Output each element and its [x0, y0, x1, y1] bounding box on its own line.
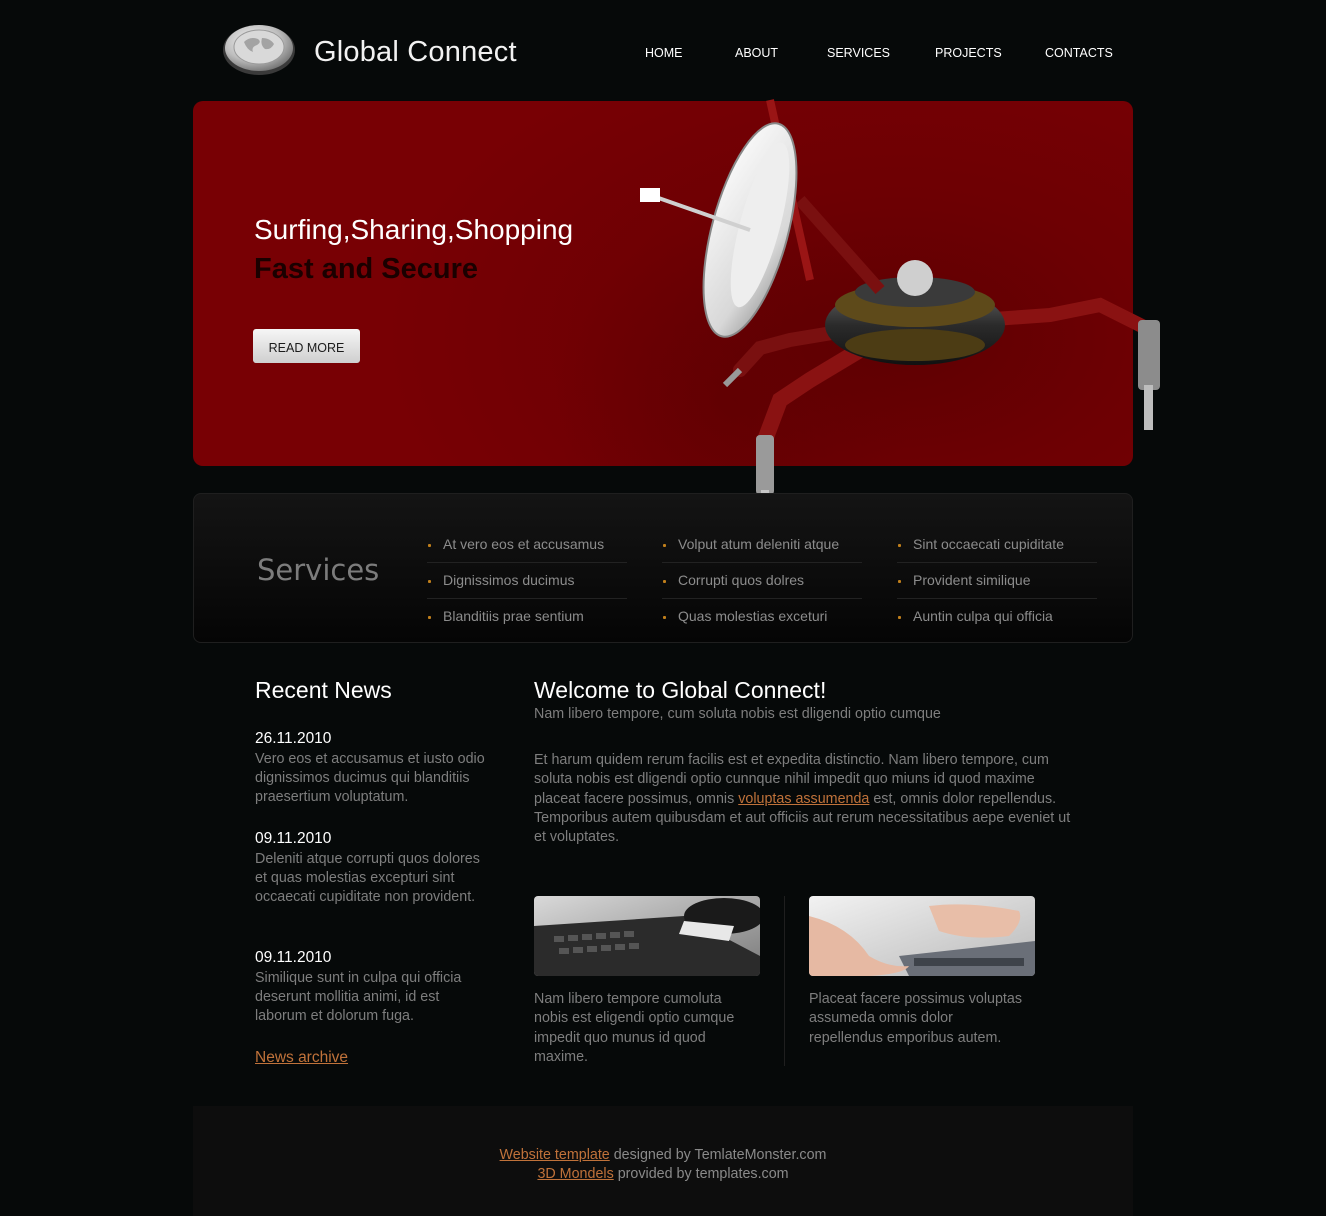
service-item[interactable]: Provident similique: [913, 572, 1031, 588]
footer-text: provided by templates.com: [613, 1166, 789, 1182]
news-text: Deleniti atque corrupti quos dolores et …: [255, 851, 480, 905]
bullet-icon: [428, 544, 431, 547]
divider: [897, 562, 1097, 563]
voluptas-assumenda-link[interactable]: voluptas assumenda: [738, 791, 869, 807]
bullet-icon: [428, 616, 431, 619]
service-item[interactable]: Blanditiis prae sentium: [443, 608, 584, 624]
nav-projects[interactable]: PROJECTS: [935, 46, 1002, 60]
laptop-card-image[interactable]: [534, 896, 760, 976]
logo-text[interactable]: Global Connect: [314, 36, 517, 69]
bullet-icon: [663, 616, 666, 619]
nav-about[interactable]: ABOUT: [735, 46, 778, 60]
nav-contacts[interactable]: CONTACTS: [1045, 46, 1113, 60]
service-item[interactable]: Sint occaecati cupiditate: [913, 536, 1064, 552]
news-date: 26.11.2010: [255, 730, 332, 747]
service-item[interactable]: At vero eos et accusamus: [443, 536, 604, 552]
news-date: 09.11.2010: [255, 949, 332, 966]
service-item[interactable]: Auntin culpa qui officia: [913, 608, 1053, 624]
footer-line: 3D Mondels provided by templates.com: [193, 1166, 1133, 1182]
services-title: Services: [257, 553, 380, 587]
divider: [427, 598, 627, 599]
footer-text: designed by TemlateMonster.com: [609, 1147, 827, 1163]
website-template-link[interactable]: Website template: [500, 1147, 610, 1163]
divider: [662, 598, 862, 599]
card-text: Placeat facere possimus voluptas assumed…: [809, 991, 1022, 1046]
service-item[interactable]: Quas molestias exceturi: [678, 608, 827, 624]
news-archive-link[interactable]: News archive: [255, 1049, 348, 1067]
bullet-icon: [898, 544, 901, 547]
3d-models-link[interactable]: 3D Mondels: [537, 1166, 613, 1182]
bullet-icon: [663, 544, 666, 547]
bullet-icon: [898, 616, 901, 619]
hero-title-line1: Surfing,Sharing,Shopping: [254, 214, 574, 245]
divider: [427, 562, 627, 563]
divider: [662, 562, 862, 563]
service-item[interactable]: Corrupti quos dolres: [678, 572, 804, 588]
satellite-robot-image: [640, 99, 1160, 510]
hero-title-line2: Fast and Secure: [254, 253, 479, 285]
read-more-button[interactable]: READ MORE: [253, 329, 360, 363]
news-text: Vero eos et accusamus et iusto odio dign…: [255, 751, 485, 805]
news-text: Similique sunt in culpa qui officia dese…: [255, 970, 462, 1024]
news-date: 09.11.2010: [255, 830, 332, 847]
news-title: Recent News: [255, 677, 392, 703]
bullet-icon: [663, 580, 666, 583]
hands-typing-image[interactable]: [809, 896, 1035, 976]
service-item[interactable]: Dignissimos ducimus: [443, 572, 574, 588]
card-text: Nam libero tempore cumoluta nobis est el…: [534, 991, 735, 1065]
welcome-subtitle: Nam libero tempore, cum soluta nobis est…: [534, 706, 941, 722]
service-item[interactable]: Volput atum deleniti atque: [678, 536, 839, 552]
welcome-title: Welcome to Global Connect!: [534, 677, 827, 703]
footer-line: Website template designed by TemlateMons…: [193, 1147, 1133, 1163]
bullet-icon: [428, 580, 431, 583]
globe-logo-icon[interactable]: [222, 22, 296, 76]
nav-home[interactable]: HOME: [645, 46, 683, 60]
bullet-icon: [898, 580, 901, 583]
nav-services[interactable]: SERVICES: [827, 46, 890, 60]
column-divider: [784, 896, 785, 1066]
divider: [897, 598, 1097, 599]
welcome-body: Et harum quidem rerum facilis est et exp…: [534, 751, 1079, 847]
